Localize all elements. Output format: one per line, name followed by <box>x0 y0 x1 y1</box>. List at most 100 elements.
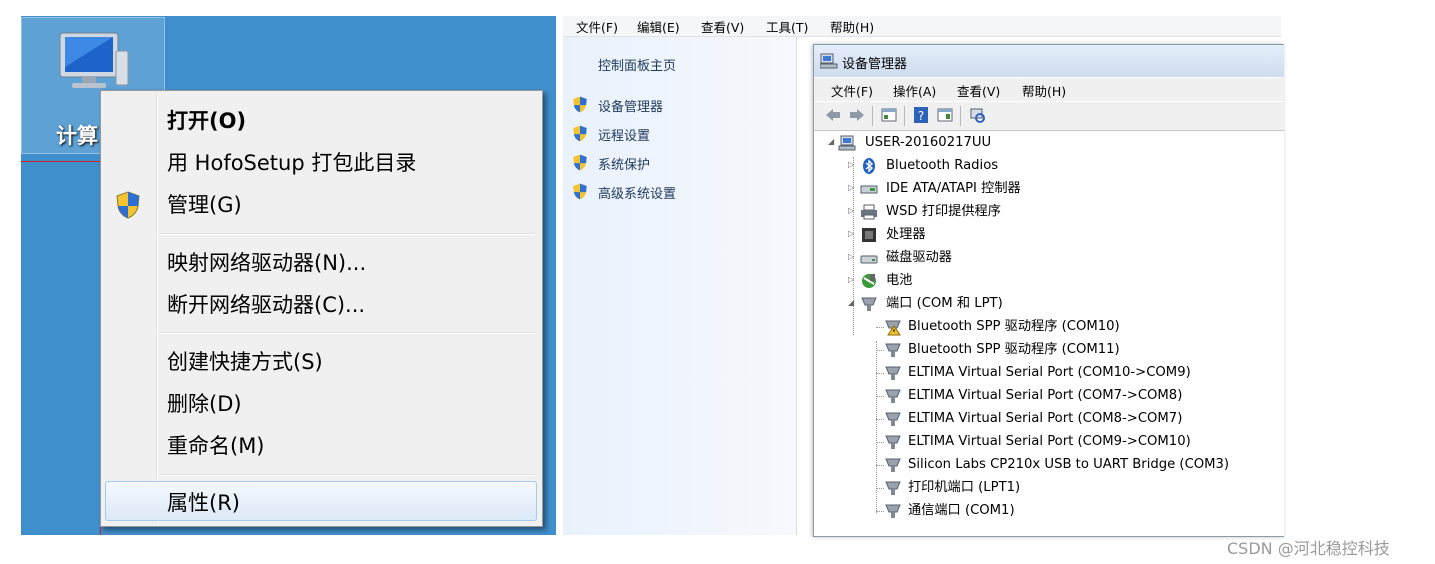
menu-item-open[interactable]: 打开(O) <box>167 105 246 135</box>
tree-category-ports[interactable]: 端口 (COM 和 LPT) <box>886 294 1003 314</box>
port-item[interactable]: Bluetooth SPP 驱动程序 (COM11) <box>908 340 1120 360</box>
selection-outline <box>21 161 103 162</box>
menu-help[interactable]: 帮助(H) <box>1022 81 1066 100</box>
menu-edit[interactable]: 编辑(E) <box>637 17 680 36</box>
properties-icon[interactable] <box>936 106 954 124</box>
uac-shield-icon <box>573 183 587 200</box>
collapse-arrow-icon[interactable]: ◢ <box>848 298 854 307</box>
port-icon <box>861 297 877 311</box>
menu-item-manage[interactable]: 管理(G) <box>167 189 242 219</box>
menu-item-create-shortcut[interactable]: 创建快捷方式(S) <box>167 346 323 376</box>
sidebar-link-advanced-settings[interactable]: 高级系统设置 <box>598 183 676 202</box>
port-icon <box>885 458 901 472</box>
expand-arrow-icon[interactable]: ▷ <box>848 275 854 284</box>
tree-category[interactable]: 处理器 <box>886 225 926 245</box>
device-tree: ◢ USER-20160217UU ▷ Bluetooth Radios ▷ I… <box>814 131 1284 536</box>
port-icon <box>885 389 901 403</box>
tree-category[interactable]: 磁盘驱动器 <box>886 248 952 268</box>
expand-arrow-icon[interactable]: ▷ <box>848 229 854 238</box>
device-manager-toolbar: ? <box>814 102 1284 131</box>
port-item[interactable]: 通信端口 (COM1) <box>908 501 1015 521</box>
expand-arrow-icon[interactable]: ▷ <box>848 252 854 261</box>
port-item[interactable]: 打印机端口 (LPT1) <box>908 478 1020 498</box>
menu-file[interactable]: 文件(F) <box>576 17 618 36</box>
processor-icon <box>862 228 876 242</box>
toolbar-separator <box>904 106 905 126</box>
menu-item-disconnect-network-drive[interactable]: 断开网络驱动器(C)... <box>167 289 365 319</box>
collapse-arrow-icon[interactable]: ◢ <box>828 137 834 146</box>
tree-connector <box>876 465 884 466</box>
menu-file[interactable]: 文件(F) <box>831 81 873 100</box>
sidebar-link-system-protection[interactable]: 系统保护 <box>598 154 650 173</box>
ide-controller-icon <box>860 185 878 194</box>
menu-item-map-network-drive[interactable]: 映射网络驱动器(N)... <box>167 247 366 277</box>
expand-arrow-icon[interactable]: ▷ <box>848 160 854 169</box>
expand-arrow-icon[interactable]: ▷ <box>848 183 854 192</box>
tree-category[interactable]: WSD 打印提供程序 <box>886 202 1001 222</box>
menu-item-hofosetup-pack[interactable]: 用 HofoSetup 打包此目录 <box>167 147 416 177</box>
uac-shield-icon <box>573 154 587 171</box>
port-icon <box>885 481 901 495</box>
disk-drive-icon <box>860 255 878 264</box>
device-manager-window: 设备管理器 文件(F) 操作(A) 查看(V) 帮助(H) ? ◢ USER-2… <box>813 44 1284 537</box>
tree-connector <box>876 511 884 512</box>
uac-shield-icon <box>116 191 140 219</box>
computer-monitor-icon <box>59 32 129 88</box>
menu-item-delete[interactable]: 删除(D) <box>167 388 242 418</box>
menu-view[interactable]: 查看(V) <box>701 17 744 36</box>
port-icon <box>885 435 901 449</box>
port-item[interactable]: ELTIMA Virtual Serial Port (COM9->COM10) <box>908 432 1191 452</box>
device-manager-title: 设备管理器 <box>842 57 908 72</box>
tree-connector <box>876 488 884 489</box>
port-icon <box>885 412 901 426</box>
back-arrow-icon[interactable] <box>824 106 842 124</box>
tree-connector <box>876 327 884 328</box>
menu-view[interactable]: 查看(V) <box>957 81 1000 100</box>
menu-tools[interactable]: 工具(T) <box>766 17 808 36</box>
uac-shield-icon <box>573 125 587 142</box>
bluetooth-icon <box>863 158 875 174</box>
control-panel-home-link[interactable]: 控制面板主页 <box>598 55 676 74</box>
context-menu: 打开(O) 用 HofoSetup 打包此目录 管理(G) 映射网络驱动器(N)… <box>100 90 543 527</box>
tree-connector <box>876 419 884 420</box>
battery-icon <box>862 274 876 288</box>
expand-arrow-icon[interactable]: ▷ <box>848 206 854 215</box>
tree-connector <box>876 350 884 351</box>
port-item[interactable]: Silicon Labs CP210x USB to UART Bridge (… <box>908 455 1229 475</box>
device-manager-titlebar[interactable]: 设备管理器 <box>814 45 1284 77</box>
menu-item-rename[interactable]: 重命名(M) <box>167 430 265 460</box>
tree-category[interactable]: Bluetooth Radios <box>886 156 998 176</box>
menu-item-properties[interactable]: 属性(R) <box>167 487 240 517</box>
tree-connector <box>876 442 884 443</box>
show-hide-tree-icon[interactable] <box>880 106 898 124</box>
toolbar-separator <box>872 106 873 126</box>
device-manager-icon <box>820 53 838 69</box>
scan-hardware-icon[interactable] <box>968 106 986 124</box>
sidebar-divider <box>796 37 797 535</box>
port-item[interactable]: Bluetooth SPP 驱动程序 (COM10) <box>908 317 1120 337</box>
uac-shield-icon <box>573 96 587 113</box>
tree-root-computer[interactable]: USER-20160217UU <box>865 133 991 153</box>
port-item[interactable]: ELTIMA Virtual Serial Port (COM7->COM8) <box>908 386 1182 406</box>
port-item[interactable]: ELTIMA Virtual Serial Port (COM8->COM7) <box>908 409 1182 429</box>
tree-category[interactable]: IDE ATA/ATAPI 控制器 <box>886 179 1021 199</box>
help-icon[interactable]: ? <box>912 106 930 124</box>
port-icon <box>885 343 901 357</box>
menu-help[interactable]: 帮助(H) <box>830 17 874 36</box>
computer-icon-label: 计算 <box>56 124 98 148</box>
sidebar-link-device-manager[interactable]: 设备管理器 <box>598 96 663 115</box>
menu-separator <box>159 474 535 476</box>
port-icon <box>885 366 901 380</box>
desktop: 计算 打开(O) 用 HofoSetup 打包此目录 管理(G) 映射网络驱动器… <box>21 16 556 535</box>
menu-action[interactable]: 操作(A) <box>893 81 936 100</box>
forward-arrow-icon[interactable] <box>848 106 866 124</box>
menu-separator <box>159 332 535 334</box>
tree-category[interactable]: 电池 <box>886 271 912 291</box>
tree-connector <box>876 396 884 397</box>
port-warning-icon <box>885 320 901 336</box>
svg-text:?: ? <box>918 109 924 123</box>
toolbar-separator <box>960 106 961 126</box>
port-item[interactable]: ELTIMA Virtual Serial Port (COM10->COM9) <box>908 363 1191 383</box>
sidebar-link-remote-settings[interactable]: 远程设置 <box>598 125 650 144</box>
device-manager-menubar: 文件(F) 操作(A) 查看(V) 帮助(H) <box>814 78 1284 101</box>
